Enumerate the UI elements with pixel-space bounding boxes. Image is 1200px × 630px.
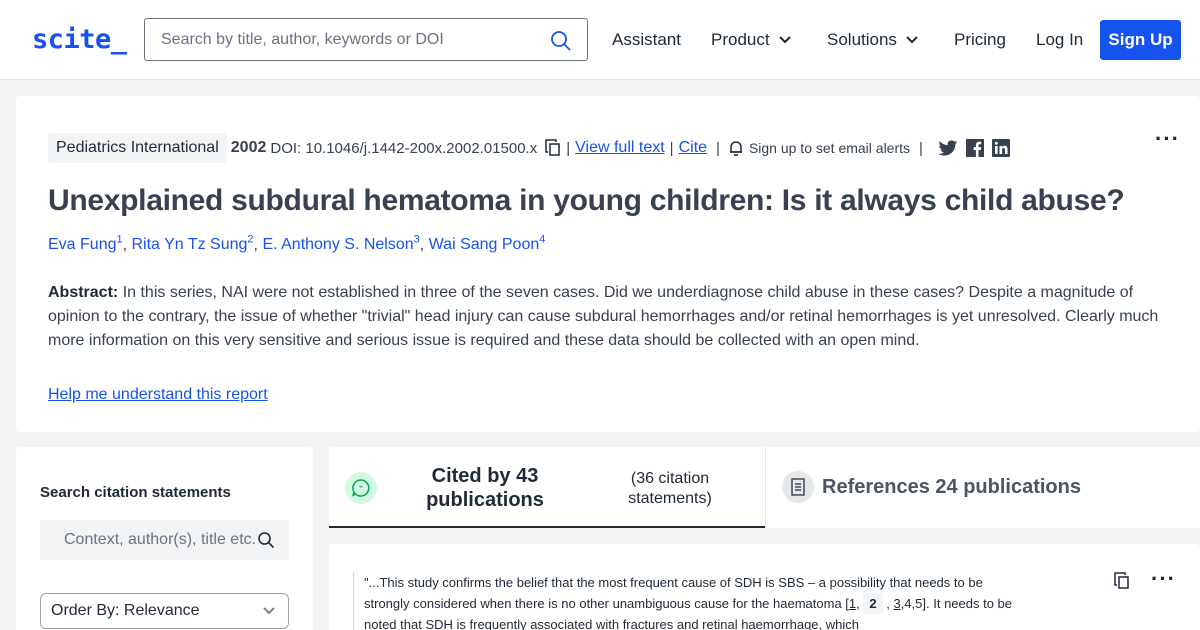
cited-reference-highlight: 2 [863,593,883,614]
copy-icon[interactable] [545,139,561,157]
abstract-label: Abstract: [48,284,119,301]
nav-product[interactable]: Product [711,30,792,50]
references-icon [782,471,814,503]
top-header: scite_ Search by title, author, keywords… [0,0,1200,80]
references-count: References 24 publications [822,476,1081,498]
document-icon [791,478,805,496]
nav-solutions[interactable]: Solutions [827,30,919,50]
quote-bar [353,572,354,630]
facebook-icon[interactable] [965,139,984,157]
author-link[interactable]: Rita Yn Tz Sung2 [131,234,254,254]
linkedin-icon[interactable] [991,139,1010,157]
separator: | [716,139,720,157]
email-alert-label: Sign up to set email alerts [748,140,911,156]
publication-year: 2002 [230,139,267,156]
order-by-select[interactable]: Order By: Relevance [40,593,289,629]
nav-assistant-label: Assistant [612,30,681,49]
citation-tabs: " Cited by 43 publications (36 citation … [329,447,1200,528]
cited-by-count: Cited by 43 publications [426,465,544,511]
chevron-down-icon [263,607,275,615]
help-understand-link[interactable]: Help me understand this report [48,386,268,404]
tab-cited-by[interactable]: " Cited by 43 publications (36 citation … [329,447,765,528]
copy-icon[interactable] [1114,572,1130,590]
nav-product-label: Product [711,30,770,49]
reference-link[interactable]: 1 [849,596,856,611]
search-icon[interactable] [257,531,275,549]
nav-assistant[interactable]: Assistant [612,30,681,50]
cited-by-icon: " [345,472,377,504]
sidebar-title: Search citation statements [40,484,231,501]
reference-list-rest: ,4,5]. It [900,596,941,611]
nav-pricing-label: Pricing [954,30,1006,49]
more-options-icon[interactable]: ··· [1155,126,1180,152]
citation-search-sidebar: Search citation statements Context, auth… [16,447,313,630]
abstract-text: In this series, NAI were not established… [48,284,1159,349]
author-link[interactable]: Eva Fung1 [48,234,123,254]
citation-statement-card: "...This study confirms the belief that … [329,544,1200,630]
cite-link[interactable]: Cite [679,139,707,157]
separator: | [566,139,571,157]
citation-statement-text: "...This study confirms the belief that … [364,575,1013,630]
author-name: Rita Yn Tz Sung [131,236,248,254]
chevron-down-icon [778,36,791,44]
separator: | [919,139,923,157]
paper-meta: Pediatrics International 2002 DOI: 10.10… [48,132,1010,164]
bell-icon [729,141,742,156]
author-name: Wai Sang Poon [428,236,540,254]
citation-text: "...This study confirms the belief that … [364,575,983,611]
separator: | [669,139,674,157]
chevron-down-icon [906,36,918,44]
signup-button[interactable]: Sign Up [1100,20,1181,60]
abstract: Abstract: In this series, NAI were not e… [48,281,1168,353]
nav-pricing[interactable]: Pricing [954,30,1006,50]
citation-search-box[interactable]: Context, author(s), title etc. [40,520,289,560]
nav-solutions-label: Solutions [827,30,897,49]
chat-bubble-icon: " [352,479,370,497]
svg-text:": " [359,485,363,494]
order-by-value: Order By: Relevance [51,602,200,619]
nav-login-label: Log In [1036,30,1084,49]
author-link[interactable]: E. Anthony S. Nelson3 [262,234,419,254]
author-list: Eva Fung1, Rita Yn Tz Sung2, E. Anthony … [48,234,546,254]
author-name: Eva Fung [48,236,117,254]
author-affiliation: 4 [539,234,546,246]
view-full-text-link[interactable]: View full text [575,139,665,157]
scite-logo[interactable]: scite_ [32,24,127,55]
social-share [938,139,1010,157]
tab-references[interactable]: References 24 publications [766,447,1200,528]
citation-statements-count: (36 citation statements) [628,470,712,507]
reference-link[interactable]: 3 [893,596,900,611]
paper-title: Unexplained subdural hematoma in young c… [48,184,1125,217]
doi-text: DOI: 10.1046/j.1442-200x.2002.01500.x [270,139,538,157]
search-box[interactable]: Search by title, author, keywords or DOI [144,18,588,61]
paper-card: Pediatrics International 2002 DOI: 10.10… [16,96,1200,432]
nav-login[interactable]: Log In [1036,30,1083,50]
author-link[interactable]: Wai Sang Poon4 [428,234,546,254]
author-name: E. Anthony S. Nelson [262,236,414,254]
more-options-icon[interactable]: ··· [1151,566,1176,592]
twitter-icon[interactable] [938,139,958,157]
search-icon[interactable] [549,29,573,53]
citation-search-input[interactable]: Context, author(s), title etc. [64,531,256,549]
email-alert-link[interactable]: Sign up to set email alerts [729,140,910,156]
search-input[interactable]: Search by title, author, keywords or DOI [161,31,444,49]
journal-badge[interactable]: Pediatrics International [48,133,227,163]
